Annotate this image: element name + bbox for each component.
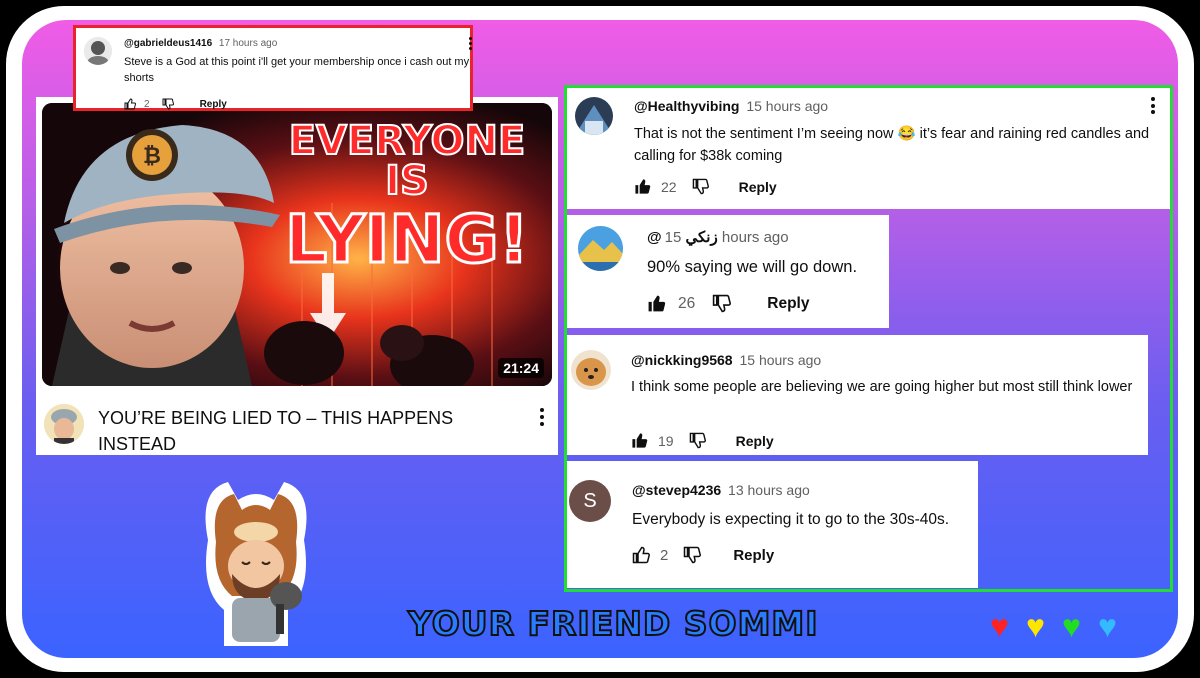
reply-button[interactable]: Reply xyxy=(200,99,227,110)
mascot-icon xyxy=(205,482,307,646)
comment-author[interactable]: @gabrieldeus1416 xyxy=(124,38,212,49)
comment-text: Steve is a God at this point i'll get yo… xyxy=(124,56,470,84)
heart-icon: ♥ xyxy=(990,608,1009,644)
avatar-icon xyxy=(84,37,112,65)
comment-menu-icon[interactable] xyxy=(469,37,472,50)
video-menu-icon[interactable] xyxy=(540,408,544,426)
like-icon[interactable] xyxy=(647,294,666,313)
comment-menu-icon[interactable] xyxy=(1151,97,1155,114)
comment-text: That is not the sentiment I’m seeing now… xyxy=(634,126,1150,164)
comment-time[interactable]: 17 hours ago xyxy=(219,38,277,49)
like-count: 22 xyxy=(661,178,677,195)
svg-text:₿: ₿ xyxy=(143,144,161,169)
avatar-letter: S xyxy=(583,489,597,512)
comment-actions: 26 Reply xyxy=(647,294,809,313)
video-thumbnail[interactable]: ₿ EVERYONE IS LYING! 21:24 xyxy=(42,103,552,386)
dislike-icon[interactable] xyxy=(683,546,702,564)
avatar[interactable] xyxy=(84,37,112,65)
avatar[interactable] xyxy=(575,97,613,135)
avatar[interactable] xyxy=(571,350,611,390)
heart-icon: ♥ xyxy=(1026,608,1045,644)
like-icon[interactable] xyxy=(632,546,650,564)
channel-avatar-icon xyxy=(44,404,84,444)
comment-author[interactable]: @stevep4236 xyxy=(632,482,721,498)
avatar[interactable] xyxy=(578,226,623,271)
comment-author[interactable]: @زنكي xyxy=(647,229,718,246)
like-count: 2 xyxy=(144,98,150,110)
comment-card: @Healthyvibing 15 hours ago That is not … xyxy=(567,88,1170,209)
avatar-icon xyxy=(571,350,611,390)
comment-card: @nickking9568 15 hours ago I think some … xyxy=(567,335,1148,455)
comment-text: I think some people are believing we are… xyxy=(631,379,1133,395)
avatar[interactable]: S xyxy=(569,480,611,522)
comment-text: Everybody is expecting it to go to the 3… xyxy=(632,511,950,528)
heart-icon: ♥ xyxy=(1098,608,1117,644)
comment-actions: 22 Reply xyxy=(634,178,777,195)
dislike-icon[interactable] xyxy=(692,178,709,195)
comment-header: @Healthyvibing 15 hours ago xyxy=(634,98,828,114)
comment-actions: 2 Reply xyxy=(632,546,774,564)
dislike-icon[interactable] xyxy=(689,432,706,449)
like-count: 19 xyxy=(658,432,674,449)
comment-actions: 2 Reply xyxy=(124,98,227,110)
comment-card: @زنكي 15 hours ago 90% saying we will go… xyxy=(567,215,889,328)
comment-time[interactable]: 15 hours ago xyxy=(746,98,828,114)
branding-text: YOUR FRIEND SOMMI xyxy=(407,603,819,644)
like-icon[interactable] xyxy=(634,178,651,195)
video-duration: 21:24 xyxy=(498,358,544,378)
like-icon[interactable] xyxy=(631,432,648,449)
mascot-sticker xyxy=(188,470,324,650)
thumbnail-headline: EVERYONE IS LYING! xyxy=(284,118,531,278)
reply-button[interactable]: Reply xyxy=(767,295,809,313)
avatar-icon xyxy=(575,97,613,135)
dislike-icon[interactable] xyxy=(162,98,174,110)
comment-header: @زنكي 15 hours ago xyxy=(647,228,789,246)
reply-button[interactable]: Reply xyxy=(739,179,777,195)
comment-card: S @stevep4236 13 hours ago Everybody is … xyxy=(567,461,978,588)
video-title[interactable]: YOU’RE BEING LIED TO – THIS HAPPENS INST… xyxy=(98,405,498,457)
comment-text: 90% saying we will go down. xyxy=(647,258,858,276)
top-comment-card: @gabrieldeus1416 17 hours ago Steve is a… xyxy=(73,25,473,111)
comment-actions: 19 Reply xyxy=(631,432,774,449)
comment-time[interactable]: 13 hours ago xyxy=(728,482,810,498)
avatar-icon xyxy=(578,226,623,271)
comment-author[interactable]: @nickking9568 xyxy=(631,352,733,368)
like-count: 26 xyxy=(678,294,696,312)
video-card[interactable]: ₿ EVERYONE IS LYING! 21:24 YOU’RE BEING … xyxy=(36,97,558,455)
reply-button[interactable]: Reply xyxy=(736,433,774,449)
channel-avatar[interactable] xyxy=(44,404,84,444)
comment-header: @nickking9568 15 hours ago xyxy=(631,352,821,368)
like-icon[interactable] xyxy=(124,98,136,110)
like-count: 2 xyxy=(660,546,669,564)
heart-icon: ♥ xyxy=(1062,608,1081,644)
comment-header: @stevep4236 13 hours ago xyxy=(632,482,810,498)
comment-author[interactable]: @Healthyvibing xyxy=(634,98,739,114)
comment-header: @gabrieldeus1416 17 hours ago xyxy=(124,38,277,49)
comment-time[interactable]: 15 hours ago xyxy=(739,352,821,368)
dislike-icon[interactable] xyxy=(712,294,732,313)
reply-button[interactable]: Reply xyxy=(733,547,774,564)
comment-time[interactable]: 15 hours ago xyxy=(665,229,789,246)
